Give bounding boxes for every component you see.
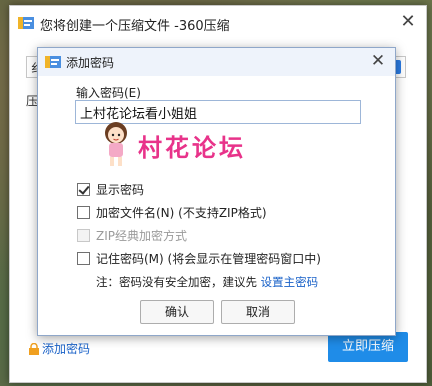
- encrypt-filenames-checkbox[interactable]: [77, 206, 90, 219]
- remember-password-option[interactable]: 记住密码(M) (将会显示在管理密码窗口中): [77, 251, 321, 267]
- main-titlebar: 您将创建一个压缩文件 -360压缩 ✕: [10, 6, 426, 40]
- main-close-icon[interactable]: ✕: [399, 13, 417, 31]
- main-window-title: 您将创建一个压缩文件 -360压缩: [40, 19, 230, 34]
- show-password-label: 显示密码: [96, 183, 145, 197]
- add-password-dialog: 添加密码 ✕ 输入密码(E) 显示密码 加密文件名(N) (不支持ZIP格式) …: [37, 47, 396, 336]
- encrypt-filenames-label: 加密文件名(N) (不支持ZIP格式): [96, 206, 267, 220]
- security-note-text: 注：密码没有安全加密，建议先: [96, 275, 261, 289]
- password-input[interactable]: [75, 100, 361, 124]
- show-password-checkbox[interactable]: [77, 183, 90, 196]
- archive-app-icon: [18, 17, 34, 29]
- show-password-option[interactable]: 显示密码: [77, 182, 144, 198]
- lock-icon: [29, 343, 39, 355]
- remember-password-checkbox[interactable]: [77, 252, 90, 265]
- dialog-close-icon[interactable]: ✕: [369, 52, 387, 70]
- zip-classic-encryption-label: ZIP经典加密方式: [96, 229, 187, 243]
- zip-classic-encryption-option: ZIP经典加密方式: [77, 228, 187, 244]
- zip-classic-encryption-checkbox: [77, 229, 90, 242]
- dialog-title: 添加密码: [66, 56, 115, 70]
- dialog-titlebar: 添加密码 ✕: [38, 48, 395, 76]
- cancel-button[interactable]: 取消: [221, 300, 295, 324]
- add-password-label: 添加密码: [42, 342, 91, 356]
- archive-app-icon: [45, 56, 61, 68]
- compress-now-button[interactable]: 立即压缩: [328, 332, 408, 362]
- set-master-password-link[interactable]: 设置主密码: [261, 275, 319, 289]
- confirm-button[interactable]: 确认: [140, 300, 214, 324]
- security-note: 注：密码没有安全加密，建议先 设置主密码: [96, 274, 318, 290]
- remember-password-label: 记住密码(M) (将会显示在管理密码窗口中): [96, 252, 321, 266]
- password-label: 输入密码(E): [76, 86, 141, 100]
- add-password-link[interactable]: 添加密码: [28, 340, 90, 357]
- encrypt-filenames-option[interactable]: 加密文件名(N) (不支持ZIP格式): [77, 205, 267, 221]
